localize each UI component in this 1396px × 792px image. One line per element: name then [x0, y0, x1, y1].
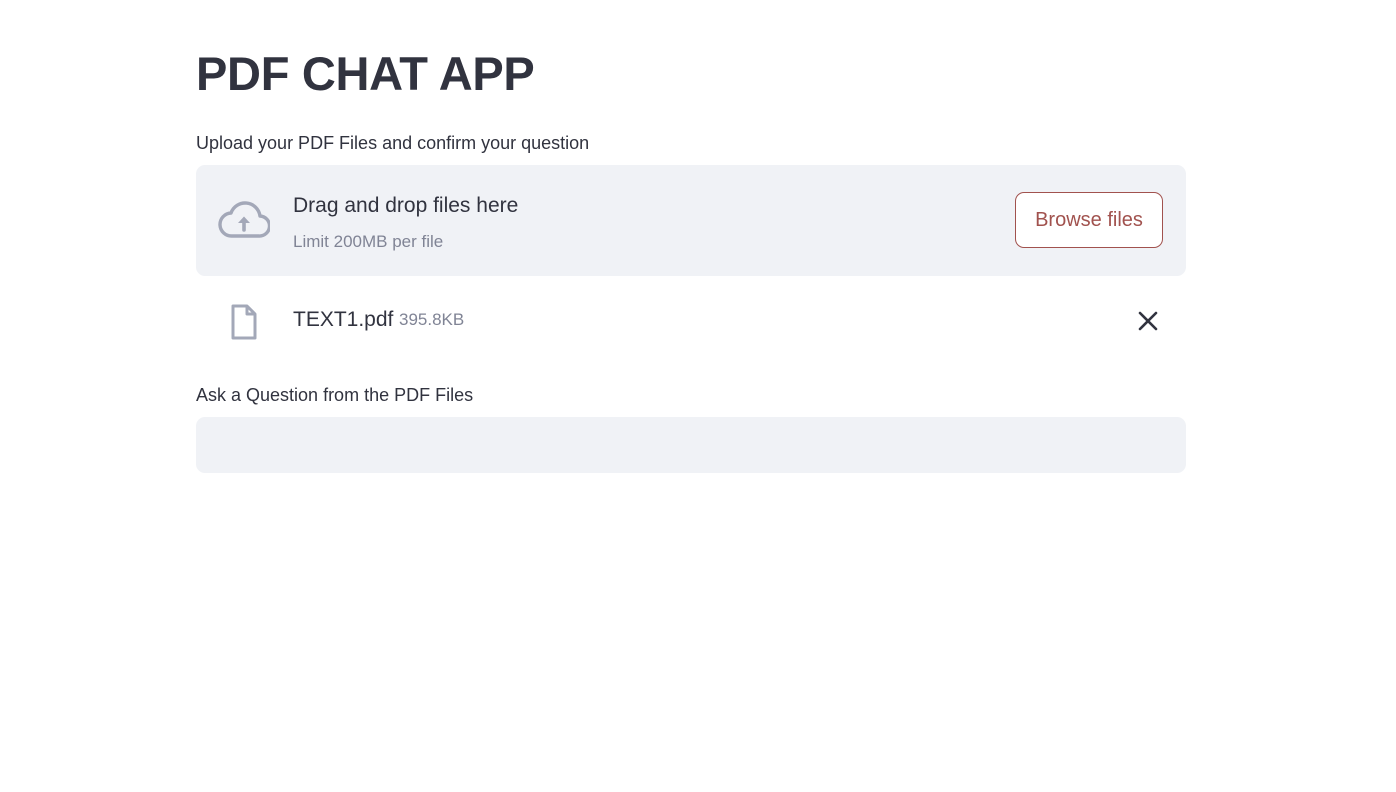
close-icon[interactable]: [1134, 307, 1162, 335]
file-size: 395.8KB: [399, 310, 465, 329]
upload-label: Upload your PDF Files and confirm your q…: [196, 133, 590, 153]
dropzone-limit: Limit 200MB per file: [293, 232, 444, 251]
page-title: PDF CHAT APP: [196, 47, 535, 100]
cloud-upload-icon: [218, 201, 270, 238]
file-icon: [231, 304, 257, 340]
question-input[interactable]: [196, 417, 1186, 473]
question-label: Ask a Question from the PDF Files: [196, 385, 474, 405]
page: PDF CHAT APP Upload your PDF Files and c…: [0, 0, 1396, 792]
browse-files-button[interactable]: Browse files: [1015, 192, 1163, 248]
dropzone-title: Drag and drop files here: [293, 194, 519, 217]
file-dropzone[interactable]: Drag and drop files here Limit 200MB per…: [196, 165, 1186, 276]
file-name: TEXT1.pdf: [293, 308, 394, 331]
uploaded-file-row: TEXT1.pdf 395.8KB: [196, 296, 1186, 346]
